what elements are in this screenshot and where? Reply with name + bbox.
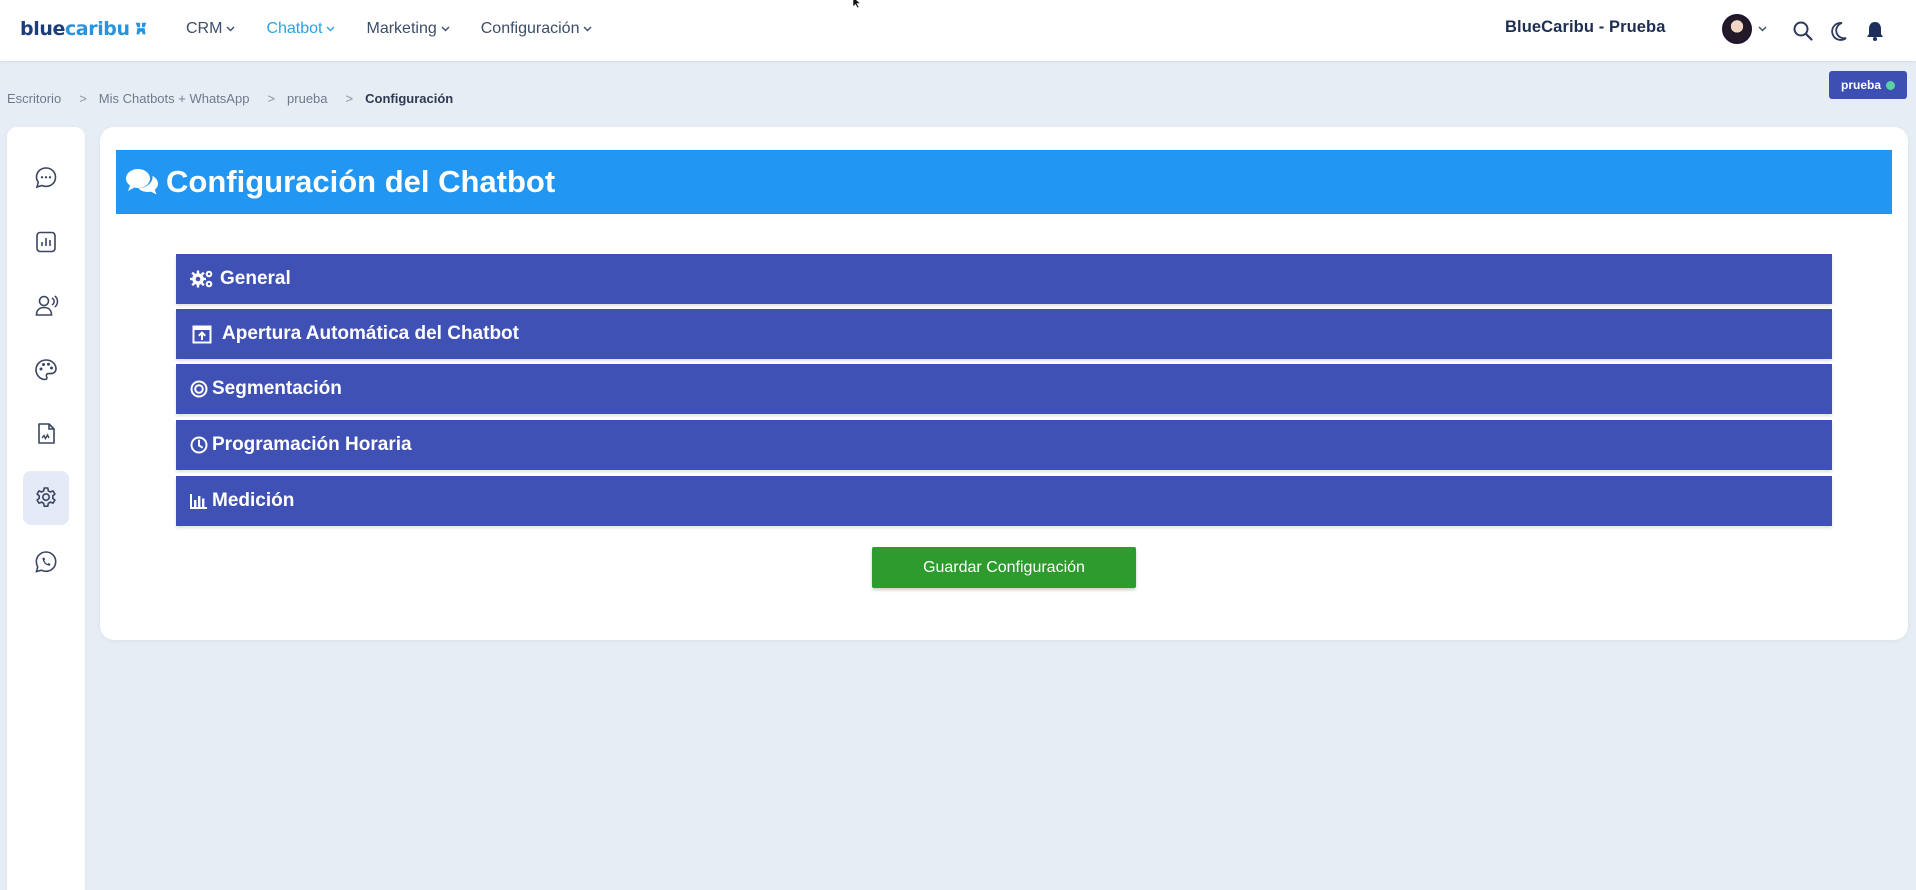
chevron-down-icon — [441, 26, 450, 32]
gears-icon — [190, 269, 214, 289]
account-name: BlueCaribu - Prueba — [1505, 18, 1666, 36]
nav-chatbot[interactable]: Chatbot — [266, 18, 335, 40]
bluecaribu-logo[interactable]: blue caribu — [20, 17, 150, 41]
section-apertura-label: Apertura Automática del Chatbot — [222, 323, 519, 344]
nav-chatbot-label: Chatbot — [266, 20, 323, 37]
clock-icon — [190, 436, 208, 454]
chevron-down-icon — [326, 26, 335, 32]
badge-label: prueba — [1840, 78, 1881, 92]
sidebar-item-agents[interactable] — [23, 279, 69, 333]
avatar[interactable] — [1722, 14, 1752, 44]
top-navbar: blue caribu CRM Chatbot Marketing Configu… — [0, 0, 1916, 61]
nav-configuracion[interactable]: Configuración — [481, 18, 593, 40]
whatsapp-icon — [35, 551, 57, 573]
settings-gear-icon — [36, 487, 56, 507]
breadcrumb-mis-chatbots[interactable]: Mis Chatbots + WhatsApp — [99, 91, 250, 106]
page-title: Configuración del Chatbot — [166, 164, 556, 199]
search-icon[interactable] — [1792, 20, 1814, 42]
breadcrumb-separator: > — [267, 91, 276, 106]
chart-icon — [190, 493, 208, 509]
comments-icon — [126, 169, 158, 195]
section-segmentacion-label: Segmentación — [212, 378, 342, 399]
nav-crm[interactable]: CRM — [186, 18, 235, 40]
breadcrumb-escritorio[interactable]: Escritorio — [7, 91, 61, 106]
breadcrumb-separator: > — [345, 91, 354, 106]
main-nav: CRM Chatbot Marketing Configuración — [186, 18, 623, 40]
sidebar-item-settings[interactable] — [23, 471, 69, 525]
chevron-down-icon — [226, 26, 235, 32]
nav-crm-label: CRM — [186, 20, 223, 37]
sidebar-item-statistics[interactable] — [23, 215, 69, 269]
mouse-cursor-icon — [852, 0, 862, 9]
sidebar-item-conversations[interactable] — [23, 151, 69, 205]
nav-marketing-label: Marketing — [366, 20, 437, 37]
breadcrumb: Escritorio > Mis Chatbots + WhatsApp > p… — [7, 91, 453, 106]
agent-icon — [35, 295, 59, 316]
target-icon — [190, 380, 208, 398]
dark-mode-moon-icon[interactable] — [1828, 20, 1850, 42]
user-menu[interactable] — [1722, 14, 1767, 44]
caribou-icon — [135, 22, 147, 35]
section-programacion-label: Programación Horaria — [212, 434, 412, 455]
chevron-down-icon — [1758, 26, 1767, 32]
status-online-dot — [1886, 80, 1895, 90]
breadcrumb-separator: > — [79, 91, 87, 106]
palette-icon — [35, 359, 57, 381]
page-header: Configuración del Chatbot — [116, 150, 1892, 214]
chat-bubble-icon — [35, 167, 57, 189]
sidebar-item-appearance[interactable] — [23, 343, 69, 397]
breadcrumb-configuracion: Configuración — [365, 91, 454, 106]
section-general[interactable]: General — [176, 254, 1832, 304]
sidebar-item-contracts[interactable] — [23, 407, 69, 461]
logo-text-blue: blue — [20, 18, 65, 40]
notification-bell-icon[interactable] — [1864, 20, 1886, 42]
section-segmentacion[interactable]: Segmentación — [176, 364, 1832, 414]
bar-chart-icon — [36, 231, 56, 253]
section-general-label: General — [220, 268, 291, 289]
config-card: Configuración del Chatbot General Apertu… — [100, 127, 1908, 640]
breadcrumb-prueba[interactable]: prueba — [287, 91, 327, 106]
nav-configuracion-label: Configuración — [480, 20, 580, 37]
document-signature-icon — [38, 423, 55, 444]
logo-text-caribu: caribu — [64, 18, 130, 40]
chatbot-status-badge[interactable]: prueba — [1829, 71, 1907, 99]
section-programacion-horaria[interactable]: Programación Horaria — [176, 420, 1832, 470]
chatbot-sidebar — [7, 127, 85, 890]
save-configuration-button[interactable]: Guardar Configuración — [872, 547, 1136, 588]
window-open-icon — [192, 325, 212, 344]
chevron-down-icon — [583, 26, 592, 32]
section-apertura-automatica[interactable]: Apertura Automática del Chatbot — [176, 309, 1832, 359]
section-medicion[interactable]: Medición — [176, 476, 1832, 526]
section-medicion-label: Medición — [212, 490, 295, 511]
nav-marketing[interactable]: Marketing — [366, 18, 450, 40]
sidebar-item-whatsapp[interactable] — [23, 535, 69, 589]
